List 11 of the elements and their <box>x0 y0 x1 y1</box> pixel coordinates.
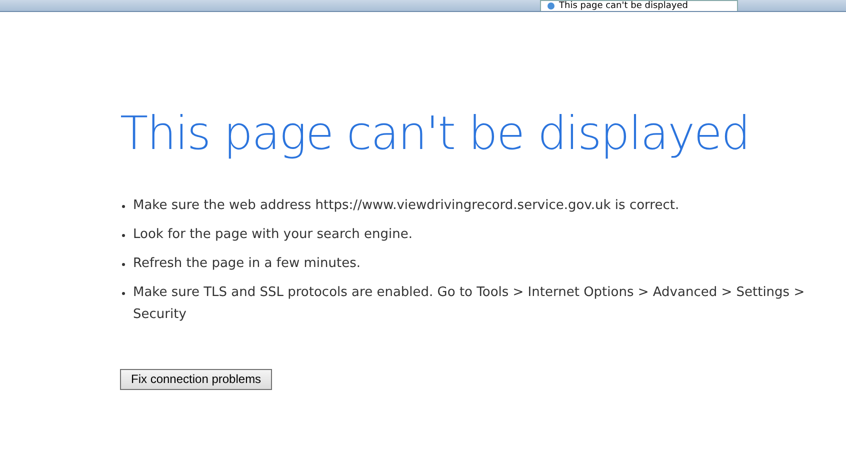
bullet-icon <box>122 292 125 295</box>
bullet-icon <box>122 204 125 208</box>
browser-tab[interactable]: This page can't be displayed <box>540 0 738 11</box>
fix-connection-button[interactable]: Fix connection problems <box>120 368 272 390</box>
suggestion-text: Make sure TLS and SSL protocols are enabled. Go to Tools > Internet Options > Advanced > Settings > Security <box>133 284 806 324</box>
suggestion-text: Look for the page with your search engine. <box>133 226 413 244</box>
bullet-icon <box>122 262 125 266</box>
suggestion-text: Make sure the web address https://www.viewdrivingrecord.service.gov.uk is correct. <box>133 196 680 215</box>
error-heading: This page can't be displayed <box>120 108 750 159</box>
suggestion-text: Refresh the page in a few minutes. <box>133 254 360 273</box>
bullet-icon <box>122 234 125 237</box>
